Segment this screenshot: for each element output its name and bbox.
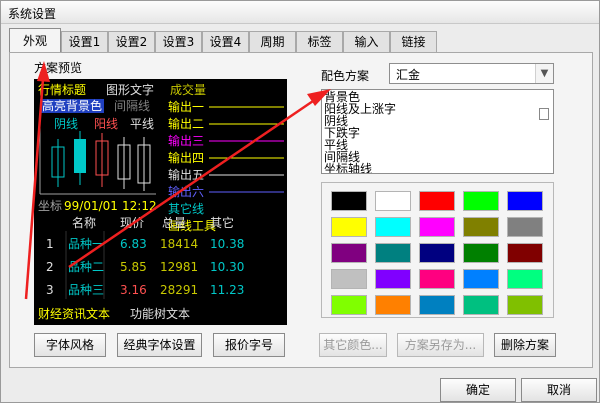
color-swatch[interactable] <box>463 217 499 237</box>
color-swatch[interactable] <box>331 217 367 237</box>
other-color-button[interactable]: 其它颜色... <box>319 333 387 357</box>
save-scheme-as-button[interactable]: 方案另存为... <box>397 333 484 357</box>
color-swatch[interactable] <box>375 191 411 211</box>
system-settings-dialog: 系统设置 外观 设置1 设置2 设置3 设置4 周期 标签 输入 链接 方案预览… <box>0 0 600 403</box>
tab-tags[interactable]: 标签 <box>296 31 343 53</box>
color-swatch[interactable] <box>375 295 411 315</box>
window-title: 系统设置 <box>8 7 57 21</box>
color-swatch[interactable] <box>331 243 367 263</box>
classic-font-button[interactable]: 经典字体设置 <box>117 333 202 357</box>
preview-label: 方案预览 <box>34 61 83 75</box>
list-item[interactable]: 坐标轴线 <box>324 163 372 173</box>
list-scroll-thumb[interactable] <box>539 108 549 120</box>
preview-drawing <box>39 106 284 299</box>
color-swatch[interactable] <box>507 243 543 263</box>
color-swatch[interactable] <box>419 191 455 211</box>
chevron-down-icon[interactable]: ▼ <box>535 64 553 83</box>
color-item-list[interactable]: 背景色 阳线及上涨字 阴线 下跌字 平线 间隔线 坐标轴线 <box>321 89 554 174</box>
color-swatch[interactable] <box>331 295 367 315</box>
delete-scheme-button[interactable]: 删除方案 <box>494 333 556 357</box>
scheme-preview: 行情标题 图形文字 成交量 高亮背景色 间隔线 阴线 阳线 平线 输出一 输出二… <box>34 79 287 325</box>
tab-settings2[interactable]: 设置2 <box>108 31 155 53</box>
tab-settings3[interactable]: 设置3 <box>155 31 202 53</box>
color-swatch[interactable] <box>463 295 499 315</box>
quote-font-size-button[interactable]: 报价字号 <box>213 333 285 357</box>
tab-input[interactable]: 输入 <box>343 31 390 53</box>
color-swatch[interactable] <box>419 295 455 315</box>
color-swatch[interactable] <box>375 243 411 263</box>
color-swatch[interactable] <box>507 269 543 289</box>
ok-button[interactable]: 确定 <box>440 378 516 402</box>
tab-period[interactable]: 周期 <box>249 31 296 53</box>
color-swatch[interactable] <box>507 191 543 211</box>
color-swatch[interactable] <box>331 269 367 289</box>
scheme-label: 配色方案 <box>321 69 370 83</box>
tab-appearance[interactable]: 外观 <box>9 28 61 54</box>
scheme-select[interactable]: 汇金 ▼ <box>389 63 554 84</box>
color-swatch[interactable] <box>507 217 543 237</box>
title-bar: 系统设置 <box>1 1 599 24</box>
color-swatch[interactable] <box>331 191 367 211</box>
scheme-select-value: 汇金 <box>396 68 421 82</box>
tab-settings1[interactable]: 设置1 <box>61 31 108 53</box>
cancel-button[interactable]: 取消 <box>521 378 597 402</box>
color-swatch[interactable] <box>375 269 411 289</box>
font-style-button[interactable]: 字体风格 <box>34 333 106 357</box>
color-swatch[interactable] <box>375 217 411 237</box>
color-swatch[interactable] <box>463 269 499 289</box>
color-swatch[interactable] <box>419 217 455 237</box>
color-palette <box>321 182 554 318</box>
tab-settings4[interactable]: 设置4 <box>202 31 249 53</box>
tab-links[interactable]: 链接 <box>390 31 437 53</box>
color-swatch[interactable] <box>419 243 455 263</box>
color-swatch[interactable] <box>419 269 455 289</box>
color-swatch[interactable] <box>463 243 499 263</box>
color-swatch[interactable] <box>463 191 499 211</box>
color-swatch[interactable] <box>507 295 543 315</box>
candle-yin-filled <box>74 139 86 173</box>
